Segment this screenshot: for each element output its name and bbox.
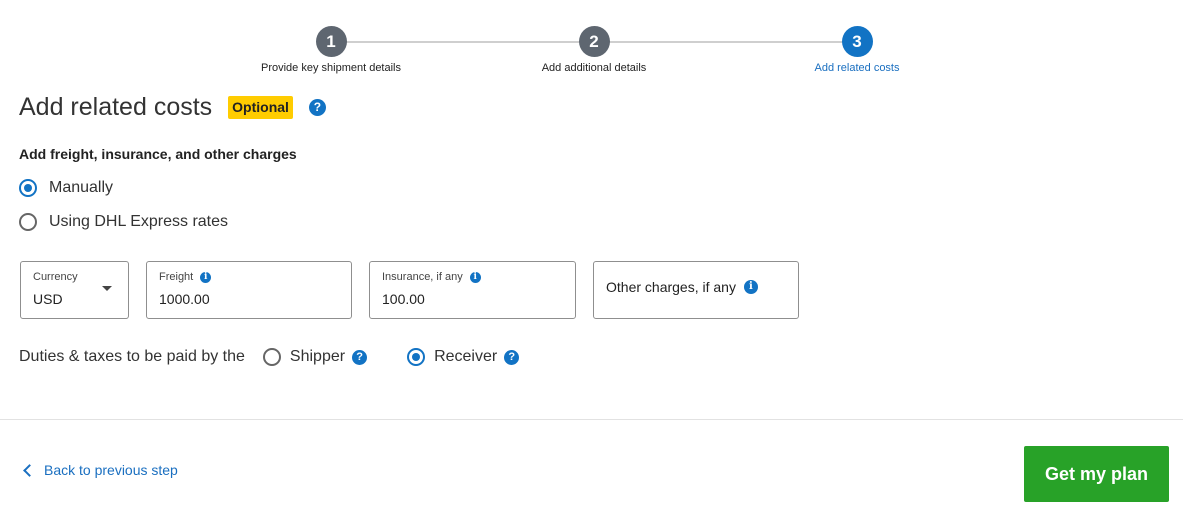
freight-caption-text: Freight [159,271,194,283]
radio-dhl-express-rates-control[interactable] [19,213,37,231]
freight-value: 1000.00 [159,291,210,307]
step-3-circle: 3 [841,26,873,57]
currency-caption-text: Currency [33,271,78,283]
progress-stepper: 1 Provide key shipment details 2 Add add… [0,26,1183,76]
step-1-circle: 1 [315,26,347,57]
chevron-left-icon [23,463,36,477]
radio-shipper-label: Shipper [289,348,346,365]
step-2-circle: 2 [578,26,610,57]
step-1-label: Provide key shipment details [260,62,401,74]
info-icon[interactable]: i [200,271,212,283]
chevron-down-icon [102,286,112,291]
duties-row: Duties & taxes to be paid by the Shipper… [19,346,520,368]
duties-label: Duties & taxes to be paid by the [19,348,245,365]
optional-badge: Optional [228,95,293,119]
back-link-label: Back to previous step [44,462,178,478]
insurance-caption-text: Insurance, if any [382,271,463,283]
step-1: 1 Provide key shipment details [231,26,431,74]
step-2-label: Add additional details [541,62,647,74]
step-3-label: Add related costs [814,62,900,74]
radio-shipper-control[interactable] [262,348,281,366]
other-charges-label-wrap: Other charges, if any i [606,279,758,295]
radio-dhl-express-rates-label: Using DHL Express rates [49,213,229,230]
freight-field[interactable]: Freight i 1000.00 [146,261,352,319]
insurance-value: 100.00 [382,291,425,307]
radio-manually-control[interactable] [19,179,37,197]
radio-manually[interactable]: Manually [19,179,113,197]
page-header: Add related costs Optional ? [19,90,326,124]
info-icon[interactable]: i [469,271,481,283]
info-icon[interactable]: i [743,280,758,294]
step-2: 2 Add additional details [494,26,694,74]
currency-value: USD [33,291,63,307]
back-link[interactable]: Back to previous step [22,462,178,478]
footer-divider [0,419,1183,420]
help-icon[interactable]: ? [504,349,520,365]
currency-select[interactable]: Currency USD [20,261,129,319]
insurance-field[interactable]: Insurance, if any i 100.00 [369,261,576,319]
radio-receiver-control[interactable] [407,348,426,366]
freight-caption: Freight i [159,271,212,283]
page-title: Add related costs [19,92,213,121]
radio-dhl-express-rates[interactable]: Using DHL Express rates [19,213,228,231]
get-my-plan-button[interactable]: Get my plan [1024,446,1169,502]
other-charges-label: Other charges, if any [606,279,736,295]
radio-receiver-label: Receiver [434,348,498,365]
currency-caption: Currency [33,271,78,283]
radio-shipper[interactable]: Shipper ? [262,348,368,366]
radio-manually-label: Manually [49,179,114,196]
other-charges-field[interactable]: Other charges, if any i [593,261,799,319]
charges-section-label: Add freight, insurance, and other charge… [19,146,297,162]
insurance-caption: Insurance, if any i [382,271,481,283]
help-icon[interactable]: ? [308,98,326,116]
step-3: 3 Add related costs [757,26,957,74]
help-icon[interactable]: ? [352,349,368,365]
radio-receiver[interactable]: Receiver ? [407,348,520,366]
